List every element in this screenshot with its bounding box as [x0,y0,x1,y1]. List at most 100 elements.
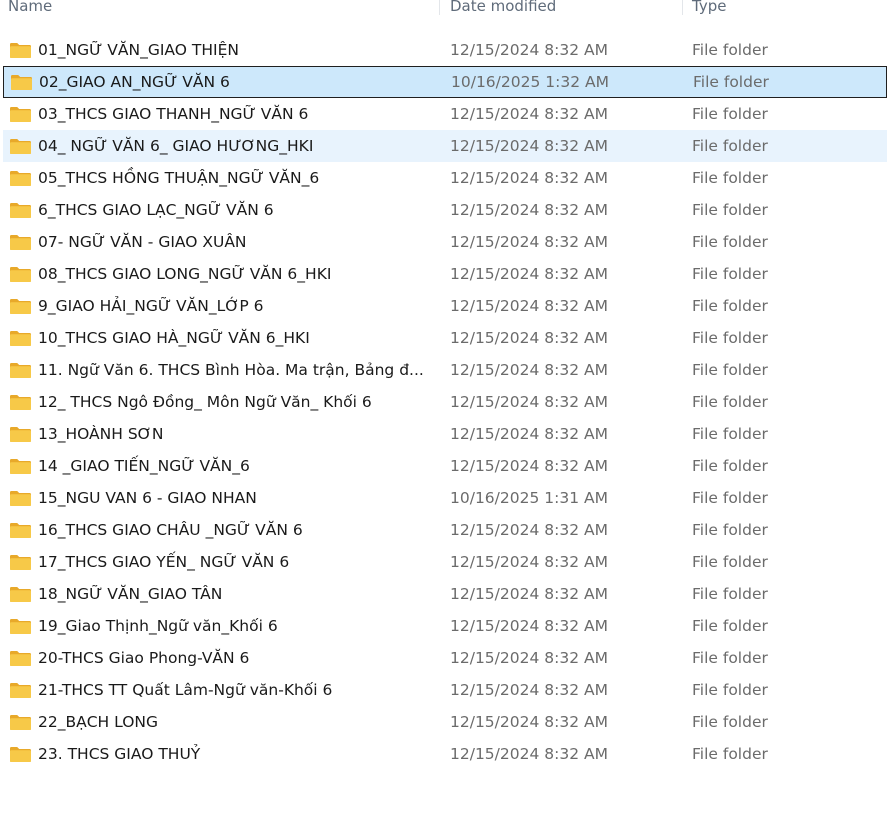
list-item[interactable]: 13_HOÀNH SƠN 12/15/2024 8:32 AM File folde… [0,418,887,450]
folder-name: 05_THCS HỒNG THUẬN_NGỮ VĂN_6 [38,169,320,187]
item-type: File folder [692,169,768,187]
column-header-name[interactable]: Name [8,0,52,23]
list-item[interactable]: 10_THCS GIAO HÀ_NGỮ VĂN 6_HKI 12/15/2024 … [0,322,887,354]
file-list: 01_NGỮ VĂN_GIAO THIỆN 12/15/2024 8:32 AM F… [0,34,887,770]
item-type: File folder [692,457,768,475]
list-item[interactable]: 02_GIAO AN_NGỮ VĂN 6 10/16/2025 1:32 AM Fi… [3,66,887,98]
date-modified: 12/15/2024 8:32 AM [450,393,608,411]
folder-name: 19_Giao Thịnh_Ngữ văn_Khối 6 [38,617,278,635]
list-item[interactable]: 20-THCS Giao Phong-VĂN 6 12/15/2024 8:32 … [0,642,887,674]
item-type: File folder [692,201,768,219]
item-type: File folder [692,265,768,283]
date-modified: 10/16/2025 1:31 AM [450,489,608,507]
list-item[interactable]: 9_GIAO HẢI_NGỮ VĂN_LỚP 6 12/15/2024 8:32 … [0,290,887,322]
list-item[interactable]: 14 _GIAO TIẾN_NGỮ VĂN_6 12/15/2024 8:32 A… [0,450,887,482]
folder-name: 08_THCS GIAO LONG_NGỮ VĂN 6_HKI [38,265,332,283]
date-modified: 12/15/2024 8:32 AM [450,137,608,155]
item-type: File folder [692,521,768,539]
column-divider[interactable] [439,0,440,15]
folder-icon [9,714,32,731]
item-type: File folder [692,585,768,603]
item-type: File folder [693,73,769,91]
folder-name: 11. Ngữ Văn 6. THCS Bình Hòa. Ma trận, B… [38,361,424,379]
list-item[interactable]: 6_THCS GIAO LẠC_NGỮ VĂN 6 12/15/2024 8:32… [0,194,887,226]
folder-name: 14 _GIAO TIẾN_NGỮ VĂN_6 [38,457,250,475]
folder-icon [9,170,32,187]
list-item[interactable]: 04_ NGỮ VĂN 6_ GIAO HƯƠNG_HKI 12/15/2024 … [3,130,887,162]
item-type: File folder [692,393,768,411]
list-item[interactable]: 19_Giao Thịnh_Ngữ văn_Khối 6 12/15/2024 8… [0,610,887,642]
item-type: File folder [692,297,768,315]
file-explorer-list: Name Date modified Type 01_NGỮ VĂN_GIAO … [0,0,887,813]
date-modified: 12/15/2024 8:32 AM [450,681,608,699]
folder-icon [9,618,32,635]
date-modified: 12/15/2024 8:32 AM [450,649,608,667]
list-item[interactable]: 01_NGỮ VĂN_GIAO THIỆN 12/15/2024 8:32 AM F… [0,34,887,66]
date-modified: 10/16/2025 1:32 AM [451,73,609,91]
list-item[interactable]: 17_THCS GIAO YẾN_ NGỮ VĂN 6 12/15/2024 8:… [0,546,887,578]
date-modified: 12/15/2024 8:32 AM [450,169,608,187]
list-item[interactable]: 03_THCS GIAO THANH_NGỮ VĂN 6 12/15/2024 8… [0,98,887,130]
list-item[interactable]: 12_ THCS Ngô Đồng_ Môn Ngữ Văn_ Khối 6 12… [0,386,887,418]
date-modified: 12/15/2024 8:32 AM [450,329,608,347]
list-item[interactable]: 07- NGỮ VĂN - GIAO XUÂN 12/15/2024 8:32 A… [0,226,887,258]
list-item[interactable]: 18_NGỮ VĂN_GIAO TÂN 12/15/2024 8:32 AM Fil… [0,578,887,610]
folder-icon [9,554,32,571]
folder-icon [9,522,32,539]
folder-icon [9,746,32,763]
date-modified: 12/15/2024 8:32 AM [450,297,608,315]
folder-name: 12_ THCS Ngô Đồng_ Môn Ngữ Văn_ Khối 6 [38,393,372,411]
list-item[interactable]: 21-THCS TT Quất Lâm-Ngữ văn-Khối 6 12/15/… [0,674,887,706]
date-modified: 12/15/2024 8:32 AM [450,617,608,635]
folder-icon [9,298,32,315]
list-item[interactable]: 15_NGU VAN 6 - GIAO NHAN 10/16/2025 1:31 … [0,482,887,514]
folder-name: 02_GIAO AN_NGỮ VĂN 6 [39,73,230,91]
folder-name: 21-THCS TT Quất Lâm-Ngữ văn-Khối 6 [38,681,333,699]
date-modified: 12/15/2024 8:32 AM [450,713,608,731]
list-item[interactable]: 23. THCS GIAO THUỶ 12/15/2024 8:32 AM File… [0,738,887,770]
item-type: File folder [692,425,768,443]
list-item[interactable]: 16_THCS GIAO CHÂU _NGỮ VĂN 6 12/15/2024 8… [0,514,887,546]
column-header-type[interactable]: Type [692,0,726,23]
date-modified: 12/15/2024 8:32 AM [450,361,608,379]
folder-name: 23. THCS GIAO THUỶ [38,745,201,763]
list-item[interactable]: 05_THCS HỒNG THUẬN_NGỮ VĂN_6 12/15/2024 8… [0,162,887,194]
folder-name: 6_THCS GIAO LẠC_NGỮ VĂN 6 [38,201,274,219]
date-modified: 12/15/2024 8:32 AM [450,233,608,251]
folder-icon [9,42,32,59]
folder-name: 20-THCS Giao Phong-VĂN 6 [38,649,250,667]
folder-name: 16_THCS GIAO CHÂU _NGỮ VĂN 6 [38,521,303,539]
folder-icon [9,426,32,443]
folder-icon [9,330,32,347]
folder-icon [9,586,32,603]
date-modified: 12/15/2024 8:32 AM [450,41,608,59]
item-type: File folder [692,553,768,571]
folder-name: 13_HOÀNH SƠN [38,425,164,443]
folder-name: 07- NGỮ VĂN - GIAO XUÂN [38,233,247,251]
column-divider[interactable] [682,0,683,15]
folder-name: 22_BẠCH LONG [38,713,159,731]
item-type: File folder [692,713,768,731]
item-type: File folder [692,361,768,379]
folder-name: 04_ NGỮ VĂN 6_ GIAO HƯƠNG_HKI [38,137,314,155]
date-modified: 12/15/2024 8:32 AM [450,553,608,571]
item-type: File folder [692,233,768,251]
item-type: File folder [692,681,768,699]
date-modified: 12/15/2024 8:32 AM [450,201,608,219]
item-type: File folder [692,137,768,155]
folder-icon [9,362,32,379]
list-item[interactable]: 08_THCS GIAO LONG_NGỮ VĂN 6_HKI 12/15/202… [0,258,887,290]
item-type: File folder [692,41,768,59]
folder-name: 03_THCS GIAO THANH_NGỮ VĂN 6 [38,105,309,123]
folder-icon [9,202,32,219]
folder-name: 15_NGU VAN 6 - GIAO NHAN [38,489,257,507]
list-item[interactable]: 22_BẠCH LONG 12/15/2024 8:32 AM File folde… [0,706,887,738]
list-item[interactable]: 11. Ngữ Văn 6. THCS Bình Hòa. Ma trận, B… [0,354,887,386]
folder-name: 18_NGỮ VĂN_GIAO TÂN [38,585,223,603]
item-type: File folder [692,649,768,667]
date-modified: 12/15/2024 8:32 AM [450,745,608,763]
folder-icon [9,266,32,283]
date-modified: 12/15/2024 8:32 AM [450,265,608,283]
column-header-date-modified[interactable]: Date modified [450,0,556,23]
folder-name: 10_THCS GIAO HÀ_NGỮ VĂN 6_HKI [38,329,310,347]
